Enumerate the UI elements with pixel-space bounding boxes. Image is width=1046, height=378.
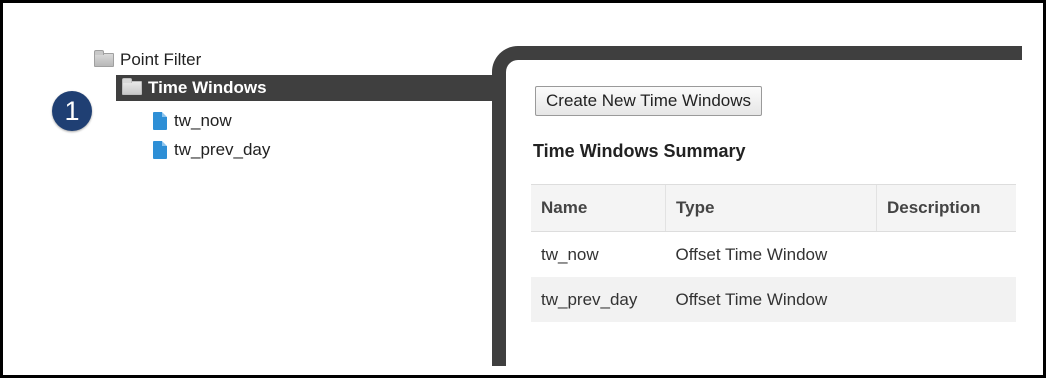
table-row[interactable]: tw_now Offset Time Window — [531, 232, 1016, 278]
tree-item-time-windows[interactable]: Time Windows — [122, 78, 267, 98]
tree-item-label: tw_now — [174, 111, 232, 130]
create-time-windows-button[interactable]: Create New Time Windows — [535, 86, 763, 116]
summary-table: Name Type Description tw_now Offset Time… — [531, 184, 1016, 322]
column-header-type[interactable]: Type — [665, 184, 877, 232]
summary-title: Time Windows Summary — [533, 141, 746, 161]
cell-name: tw_prev_day — [531, 277, 666, 322]
folder-icon — [94, 50, 114, 67]
tree-item-point-filter[interactable]: Point Filter — [94, 50, 201, 70]
column-header-name[interactable]: Name — [531, 184, 666, 232]
folder-icon — [122, 78, 142, 95]
file-icon — [153, 112, 167, 130]
table-row[interactable]: tw_prev_day Offset Time Window — [531, 277, 1016, 322]
tree-item-label: tw_prev_day — [174, 140, 271, 159]
file-icon — [153, 141, 167, 159]
cell-name: tw_now — [541, 244, 599, 264]
cell-type: Offset Time Window — [665, 277, 877, 322]
cell-description — [877, 232, 1017, 278]
tree-item-tw-now[interactable]: tw_now — [153, 111, 232, 131]
tree-item-label: Point Filter — [120, 50, 202, 69]
cell-description — [876, 277, 1016, 322]
column-header-description[interactable]: Description — [876, 184, 1016, 232]
table-header-row: Name Type Description — [531, 184, 1016, 232]
tree-item-tw-prev-day[interactable]: tw_prev_day — [153, 140, 270, 160]
tree-item-label: Time Windows — [148, 78, 267, 97]
callout-badge-1: 1 — [52, 91, 92, 131]
cell-type: Offset Time Window — [675, 244, 828, 264]
